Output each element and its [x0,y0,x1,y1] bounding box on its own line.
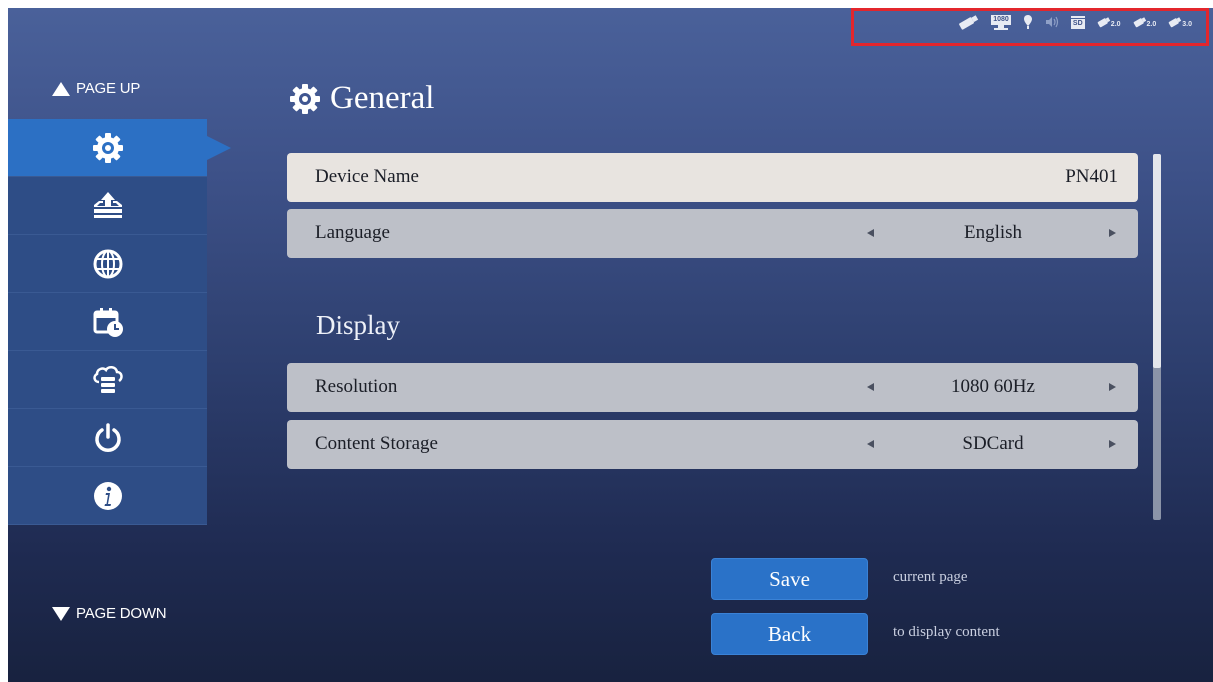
power-icon [94,422,121,452]
gear-icon [290,83,320,114]
page-up-label: PAGE UP [76,80,141,97]
hdmi-label: 1080 [991,14,1011,25]
location-pin-icon [1023,15,1032,29]
save-button[interactable]: Save [711,558,868,600]
usb-2-0-label: 2.0 [1110,21,1121,28]
language-row[interactable]: Language English [287,209,1138,258]
globe-network-icon [93,249,122,278]
arrow-left-icon[interactable] [867,440,874,448]
cloud-server-icon [92,365,123,393]
arrow-right-icon[interactable] [1109,440,1116,448]
usb-3-0-icon: 3.0 [1168,16,1192,28]
arrow-left-icon[interactable] [867,229,874,237]
sidebar-item-schedule[interactable] [8,293,207,351]
gear-icon [92,132,123,163]
back-button[interactable]: Back [711,613,868,655]
device-name-row[interactable]: Device Name PN401 [287,153,1138,202]
page-title-text: General [330,80,435,116]
page-down-button[interactable]: PAGE DOWN [52,605,167,622]
page-down-label: PAGE DOWN [76,605,167,622]
language-value: English [963,222,1023,243]
triangle-up-icon [52,81,70,96]
page-title: General [288,80,434,117]
scrollbar[interactable] [1153,154,1161,520]
settings-screen: 1080 SD 2.0 2.0 3.0 PAGE UP PAGE DOWN Ge… [8,8,1213,682]
arrow-left-icon[interactable] [867,383,874,391]
info-icon [93,481,122,510]
device-name-label: Device Name [315,166,419,187]
save-hint: current page [893,569,968,585]
calendar-clock-icon [93,307,123,337]
sidebar-item-network[interactable] [8,235,207,293]
hdmi-1080-icon: 1080 [991,14,1011,30]
back-hint: to display content [893,624,1000,640]
usb-2-0-label: 2.0 [1146,21,1157,28]
sidebar-item-power[interactable] [8,409,207,467]
sidebar-item-content[interactable] [8,177,207,235]
resolution-label: Resolution [315,376,398,397]
sidebar [8,119,231,525]
status-icons: 1080 SD 2.0 2.0 3.0 [957,14,1192,30]
usb-3-0-label: 3.0 [1182,21,1192,28]
display-section-heading: Display [316,310,400,340]
device-name-value: PN401 [1065,166,1118,187]
scrollbar-thumb[interactable] [1153,154,1161,368]
content-storage-value: SDCard [962,433,1024,454]
sd-card-icon: SD [1070,15,1085,29]
arrow-right-icon[interactable] [1109,383,1116,391]
resolution-row[interactable]: Resolution 1080 60Hz [287,363,1138,412]
sidebar-item-cloud[interactable] [8,351,207,409]
sidebar-item-general[interactable] [8,119,231,177]
resolution-value: 1080 60Hz [951,376,1035,397]
volume-icon [1045,16,1058,28]
status-bar-highlight: 1080 SD 2.0 2.0 3.0 [851,8,1209,46]
language-label: Language [315,222,390,243]
arrow-right-icon[interactable] [1109,229,1116,237]
sidebar-item-info[interactable] [8,467,207,525]
usb-2-0-icon: 2.0 [1133,16,1157,28]
inbox-upload-icon [93,191,122,218]
page-up-button[interactable]: PAGE UP [52,80,140,97]
content-storage-label: Content Storage [315,433,438,454]
usb-2-0-icon: 2.0 [1097,16,1121,28]
triangle-down-icon [52,606,70,621]
usb-icon [959,15,979,30]
sd-label: SD [1070,18,1085,29]
content-storage-row[interactable]: Content Storage SDCard [287,420,1138,469]
